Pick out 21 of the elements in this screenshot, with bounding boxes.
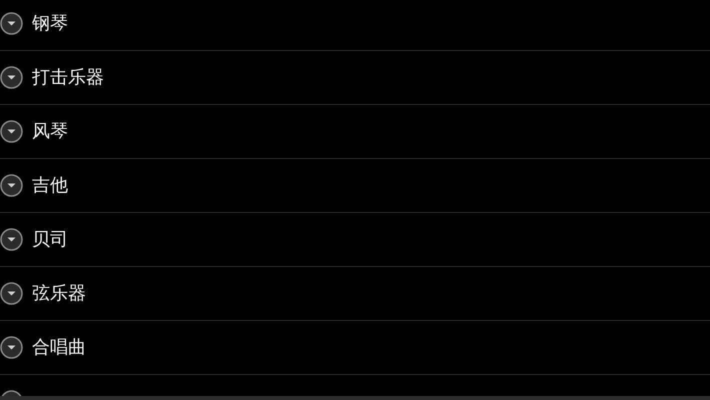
list-row[interactable]: 钢琴 <box>0 0 710 51</box>
list-row[interactable]: 合唱曲 <box>0 321 710 375</box>
category-label: 弦乐器 <box>32 284 86 302</box>
list-row[interactable]: 吉他 <box>0 159 710 213</box>
list-row[interactable]: 风琴 <box>0 105 710 159</box>
expand-icon <box>0 282 23 305</box>
expand-icon <box>0 12 23 35</box>
expand-icon <box>0 336 23 359</box>
category-label: 贝司 <box>32 230 68 248</box>
list-row[interactable]: 弦乐器 <box>0 267 710 321</box>
category-label: 钢琴 <box>32 14 68 32</box>
category-label: 打击乐器 <box>32 68 104 86</box>
expand-icon <box>0 120 23 143</box>
category-label: 吉他 <box>32 176 68 194</box>
expand-icon <box>0 228 23 251</box>
category-label: 风琴 <box>32 122 68 140</box>
category-label: 合唱曲 <box>32 338 86 356</box>
expand-icon <box>0 66 23 89</box>
list-row[interactable]: 贝司 <box>0 213 710 267</box>
list-row[interactable]: 打击乐器 <box>0 51 710 105</box>
expand-icon <box>0 174 23 197</box>
